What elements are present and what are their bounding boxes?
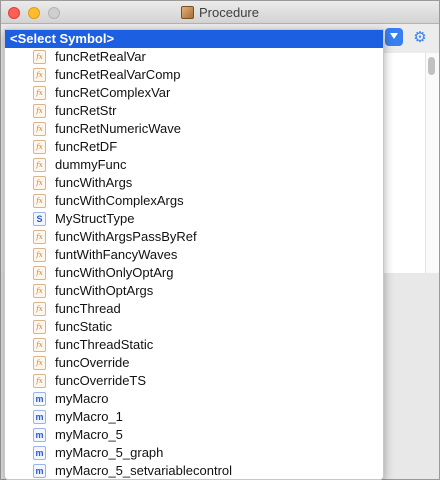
macro-icon: m	[33, 410, 46, 424]
title-bar[interactable]: Procedure	[1, 1, 439, 24]
menu-item-label: funcRetRealVarComp	[55, 67, 181, 82]
menu-item-symbol[interactable]: m myMacro_5_graph	[5, 444, 383, 462]
function-icon: fx	[33, 86, 46, 100]
menu-item-symbol[interactable]: fx funcRetRealVarComp	[5, 66, 383, 84]
menu-item-symbol[interactable]: fx funcThread	[5, 300, 383, 318]
function-icon: fx	[33, 248, 46, 262]
menu-item-symbol[interactable]: fx funcThreadStatic	[5, 336, 383, 354]
package-icon	[181, 6, 194, 19]
function-icon: fx	[33, 284, 46, 298]
menu-item-label: funcOverrideTS	[55, 373, 147, 388]
function-icon: fx	[33, 104, 46, 118]
menu-item-symbol[interactable]: fx funcStatic	[5, 318, 383, 336]
function-icon: fx	[33, 158, 46, 172]
menu-item-symbol[interactable]: fx funcWithComplexArgs	[5, 192, 383, 210]
menu-item-select-symbol[interactable]: <Select Symbol>	[5, 30, 383, 48]
function-icon: fx	[33, 356, 46, 370]
menu-item-symbol[interactable]: fx funcRetDF	[5, 138, 383, 156]
menu-item-symbol[interactable]: fx funcWithArgs	[5, 174, 383, 192]
menu-item-label: funcWithArgs	[55, 175, 133, 190]
menu-item-symbol[interactable]: fx funcRetNumericWave	[5, 120, 383, 138]
menu-item-symbol[interactable]: fx funtWithFancyWaves	[5, 246, 383, 264]
menu-item-label: myMacro_5_graph	[55, 445, 164, 460]
function-icon: fx	[33, 194, 46, 208]
menu-item-label: funcRetComplexVar	[55, 85, 171, 100]
menu-item-label: funcWithOnlyOptArg	[55, 265, 174, 280]
scrollbar-thumb[interactable]	[428, 57, 435, 75]
menu-item-label: myMacro_5_setvariablecontrol	[55, 463, 233, 478]
function-icon: fx	[33, 230, 46, 244]
menu-item-symbol[interactable]: fx funcRetStr	[5, 102, 383, 120]
menu-item-label: funcWithOptArgs	[55, 283, 154, 298]
menu-item-symbol[interactable]: fx funcWithOptArgs	[5, 282, 383, 300]
menu-item-symbol[interactable]: fx funcRetRealVar	[5, 48, 383, 66]
menu-item-label: dummyFunc	[55, 157, 127, 172]
menu-item-symbol[interactable]: fx funcWithArgsPassByRef	[5, 228, 383, 246]
menu-item-label: funcRetDF	[55, 139, 118, 154]
function-icon: fx	[33, 320, 46, 334]
menu-item-label: funcOverride	[55, 355, 130, 370]
menu-item-label: funcRetStr	[55, 103, 117, 118]
function-icon: fx	[33, 374, 46, 388]
menu-item-symbol[interactable]: m myMacro	[5, 390, 383, 408]
menu-item-label: funcRetRealVar	[55, 49, 146, 64]
function-icon: fx	[33, 68, 46, 82]
menu-item-label: funcThreadStatic	[55, 337, 154, 352]
function-icon: fx	[33, 50, 46, 64]
menu-item-label: funtWithFancyWaves	[55, 247, 178, 262]
menu-item-symbol[interactable]: fx funcRetComplexVar	[5, 84, 383, 102]
macro-icon: m	[33, 392, 46, 406]
symbol-dropdown-menu[interactable]: <Select Symbol> fx funcRetRealVar fx funcRe…	[4, 29, 384, 480]
menu-item-symbol[interactable]: m myMacro_1	[5, 408, 383, 426]
function-icon: fx	[33, 338, 46, 352]
menu-item-label: MyStructType	[55, 211, 135, 226]
menu-item-label: myMacro	[55, 391, 109, 406]
window-title: Procedure	[199, 5, 259, 20]
menu-item-label: funcThread	[55, 301, 121, 316]
function-icon: fx	[33, 266, 46, 280]
menu-item-label: myMacro_5	[55, 427, 123, 442]
macro-icon: m	[33, 446, 46, 460]
structure-icon: S	[33, 212, 46, 226]
function-icon: fx	[33, 122, 46, 136]
vertical-scrollbar[interactable]	[425, 53, 439, 273]
menu-item-symbol[interactable]: fx funcOverride	[5, 354, 383, 372]
menu-item-symbol[interactable]: fx dummyFunc	[5, 156, 383, 174]
menu-item-symbol[interactable]: S MyStructType	[5, 210, 383, 228]
macro-icon: m	[33, 464, 46, 478]
symbol-list: fx funcRetRealVar fx funcRetRealVarComp fx fu…	[5, 48, 383, 479]
menu-item-symbol[interactable]: fx funcWithOnlyOptArg	[5, 264, 383, 282]
menu-item-label: funcWithArgsPassByRef	[55, 229, 197, 244]
function-icon: fx	[33, 176, 46, 190]
gear-icon[interactable]: ⚙	[411, 29, 429, 47]
menu-item-label: funcWithComplexArgs	[55, 193, 184, 208]
window-title-wrap: Procedure	[1, 5, 439, 20]
menu-item-label: funcStatic	[55, 319, 113, 334]
menu-item-symbol[interactable]: m myMacro_5_setvariablecontrol	[5, 462, 383, 479]
menu-item-label: myMacro_1	[55, 409, 123, 424]
menu-item-symbol[interactable]: m myMacro_5	[5, 426, 383, 444]
macro-icon: m	[33, 428, 46, 442]
symbol-popup-arrow-button[interactable]	[385, 28, 403, 46]
menu-item-symbol[interactable]: fx funcOverrideTS	[5, 372, 383, 390]
function-icon: fx	[33, 302, 46, 316]
menu-item-label: funcRetNumericWave	[55, 121, 181, 136]
function-icon: fx	[33, 140, 46, 154]
